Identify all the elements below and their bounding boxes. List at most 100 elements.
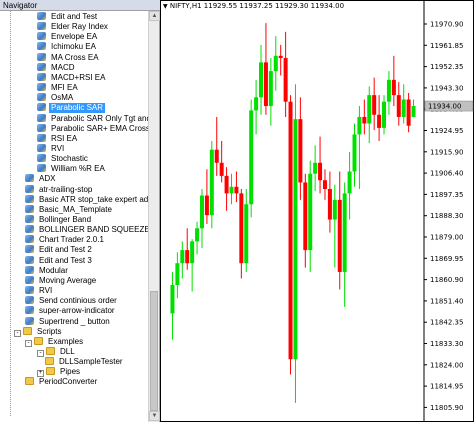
navigator-item-label: William %R EA: [51, 164, 105, 174]
expert-advisor-icon: [25, 255, 34, 264]
chart-menu-icon[interactable]: ▼: [163, 3, 168, 10]
navigator-item[interactable]: super-arrow-indicator: [25, 306, 117, 316]
chart-symbol-quote: NIFTY,H1 11929.55 11937.25 11929.30 1193…: [169, 2, 345, 10]
scrollbar-thumb[interactable]: [150, 291, 158, 411]
navigator-item-label: Basic ATR stop_take expert advi: [39, 194, 148, 204]
navigator-item-label: MFI EA: [51, 83, 78, 93]
navigator-item[interactable]: Basic_MA_Template: [25, 204, 114, 215]
navigator-item[interactable]: MA Cross EA: [37, 52, 101, 63]
folder-icon: [34, 336, 43, 345]
navigator-item[interactable]: Envelope EA: [37, 32, 99, 42]
collapse-icon[interactable]: -: [25, 339, 32, 347]
expert-advisor-icon: [37, 52, 46, 61]
price-chart[interactable]: 11970.90 11961.85 11952.35 11943.30 11934.00…: [160, 0, 474, 422]
navigator-item[interactable]: Edit and Test 3: [25, 255, 94, 266]
navigator-item-label: Send continious order: [39, 296, 117, 306]
navigator-item[interactable]: DLLSampleTester: [45, 357, 125, 367]
candle-body: [273, 55, 278, 72]
candle-body: [377, 114, 382, 128]
candle-body: [337, 199, 342, 272]
candle-body: [204, 195, 209, 216]
navigator-item[interactable]: - Scripts: [14, 326, 63, 337]
expert-advisor-icon: [25, 225, 34, 234]
navigator-item[interactable]: RVI: [37, 143, 66, 154]
navigator-item[interactable]: Modular: [25, 265, 70, 276]
expert-advisor-icon: [37, 123, 46, 132]
expert-advisor-icon: [37, 133, 46, 142]
navigator-item[interactable]: Parabolic SAR Only Tgt and: [37, 113, 148, 124]
chart-canvas: 11970.90 11961.85 11952.35 11943.30 11934.00…: [160, 0, 474, 422]
navigator-item-label: Moving Average: [39, 275, 97, 285]
navigator-item[interactable]: PeriodConverter: [25, 377, 99, 387]
navigator-item[interactable]: Send continious order: [25, 296, 119, 306]
navigator-item[interactable]: - Examples: [25, 336, 85, 347]
expert-advisor-icon: [37, 143, 46, 152]
navigator-item[interactable]: Basic ATR stop_take expert advi: [25, 194, 148, 205]
navigator-item[interactable]: RSI EA: [37, 133, 79, 144]
navigator-item[interactable]: William %R EA: [37, 164, 107, 174]
navigator-item[interactable]: Ichimoku EA: [37, 42, 98, 52]
navigator-item-label: OsMA: [51, 93, 74, 103]
navigator-item[interactable]: Moving Average: [25, 275, 98, 286]
navigator-item[interactable]: - DLL: [37, 346, 77, 357]
expert-advisor-icon: [25, 184, 34, 193]
price-tick-label: 11906.40: [430, 170, 463, 178]
navigator-item-label: Supertrend _ button: [39, 316, 110, 326]
navigator-item[interactable]: Edit and Test 2: [25, 245, 94, 255]
navigator-item[interactable]: + Pipes: [37, 367, 82, 378]
navigator-item[interactable]: Elder Ray Index: [37, 22, 110, 32]
navigator-item-label: Pipes: [60, 367, 81, 377]
navigator-item[interactable]: Stochastic: [37, 154, 90, 164]
price-tick-label: 11805.90: [430, 404, 463, 412]
price-tick-label: 11833.30: [430, 340, 463, 348]
candle-body: [313, 162, 318, 174]
navigator-scrollbar[interactable]: ▲ ▼: [148, 11, 160, 422]
price-tick-label: 11814.95: [430, 383, 463, 391]
candle-body: [263, 62, 268, 107]
price-tick-label: 11860.90: [430, 276, 463, 284]
navigator-item-label: Basic_MA_Template: [39, 204, 112, 214]
candle-body: [322, 180, 327, 189]
expand-icon[interactable]: +: [37, 370, 44, 378]
navigator-item[interactable]: RVI: [25, 286, 54, 296]
navigator-tree: Edit and Test Elder Ray Index Envelope EA I…: [0, 11, 148, 422]
candle-body: [249, 110, 254, 205]
navigator-item-label: RVI: [51, 143, 65, 153]
expert-advisor-icon: [37, 22, 46, 31]
candle-body: [357, 116, 362, 135]
candle-body: [185, 250, 190, 264]
collapse-icon[interactable]: -: [14, 329, 21, 337]
candle-body: [229, 186, 234, 194]
navigator-item-label: Edit and Test 2: [39, 245, 92, 255]
candle-body: [283, 58, 288, 102]
expert-advisor-icon: [37, 93, 46, 102]
scroll-up-arrow-icon[interactable]: ▲: [149, 11, 160, 21]
expert-advisor-icon: [25, 306, 34, 315]
navigator-item[interactable]: Supertrend _ button: [25, 316, 112, 327]
navigator-item[interactable]: Parabolic SAR+ EMA Cross: [37, 123, 148, 134]
navigator-item[interactable]: atr-trailing-stop: [25, 184, 94, 195]
expert-advisor-icon: [37, 42, 46, 51]
scroll-down-arrow-icon[interactable]: ▼: [149, 411, 160, 421]
navigator-item[interactable]: MACD+RSI EA: [37, 72, 107, 83]
chart-header: ▼ NIFTY,H1 11929.55 11937.25 11929.30 11…: [163, 2, 344, 10]
navigator-item[interactable]: MACD: [37, 62, 77, 73]
candle-body: [396, 95, 401, 117]
collapse-icon[interactable]: -: [37, 349, 44, 357]
candle-body: [195, 228, 200, 242]
navigator-item[interactable]: Chart Trader 2.0.1: [25, 235, 106, 245]
expert-advisor-icon: [25, 296, 34, 305]
navigator-item[interactable]: BOLLINGER BAND SQUEEZE: [25, 225, 148, 235]
navigator-item-label: Parabolic SAR: [49, 103, 106, 114]
price-tick-label: 11851.40: [430, 297, 463, 305]
navigator-item[interactable]: MFI EA: [37, 83, 80, 93]
expert-advisor-icon: [37, 62, 46, 71]
navigator-item[interactable]: OsMA: [37, 93, 75, 103]
navigator-item[interactable]: Parabolic SAR: [37, 103, 106, 114]
navigator-item[interactable]: Bollinger Band: [25, 215, 93, 225]
navigator-item[interactable]: ADX: [25, 174, 57, 184]
navigator-item[interactable]: Edit and Test: [37, 12, 99, 22]
candle-body: [239, 193, 244, 264]
candle-body: [209, 149, 214, 216]
price-tick-label: 11961.85: [430, 42, 463, 50]
